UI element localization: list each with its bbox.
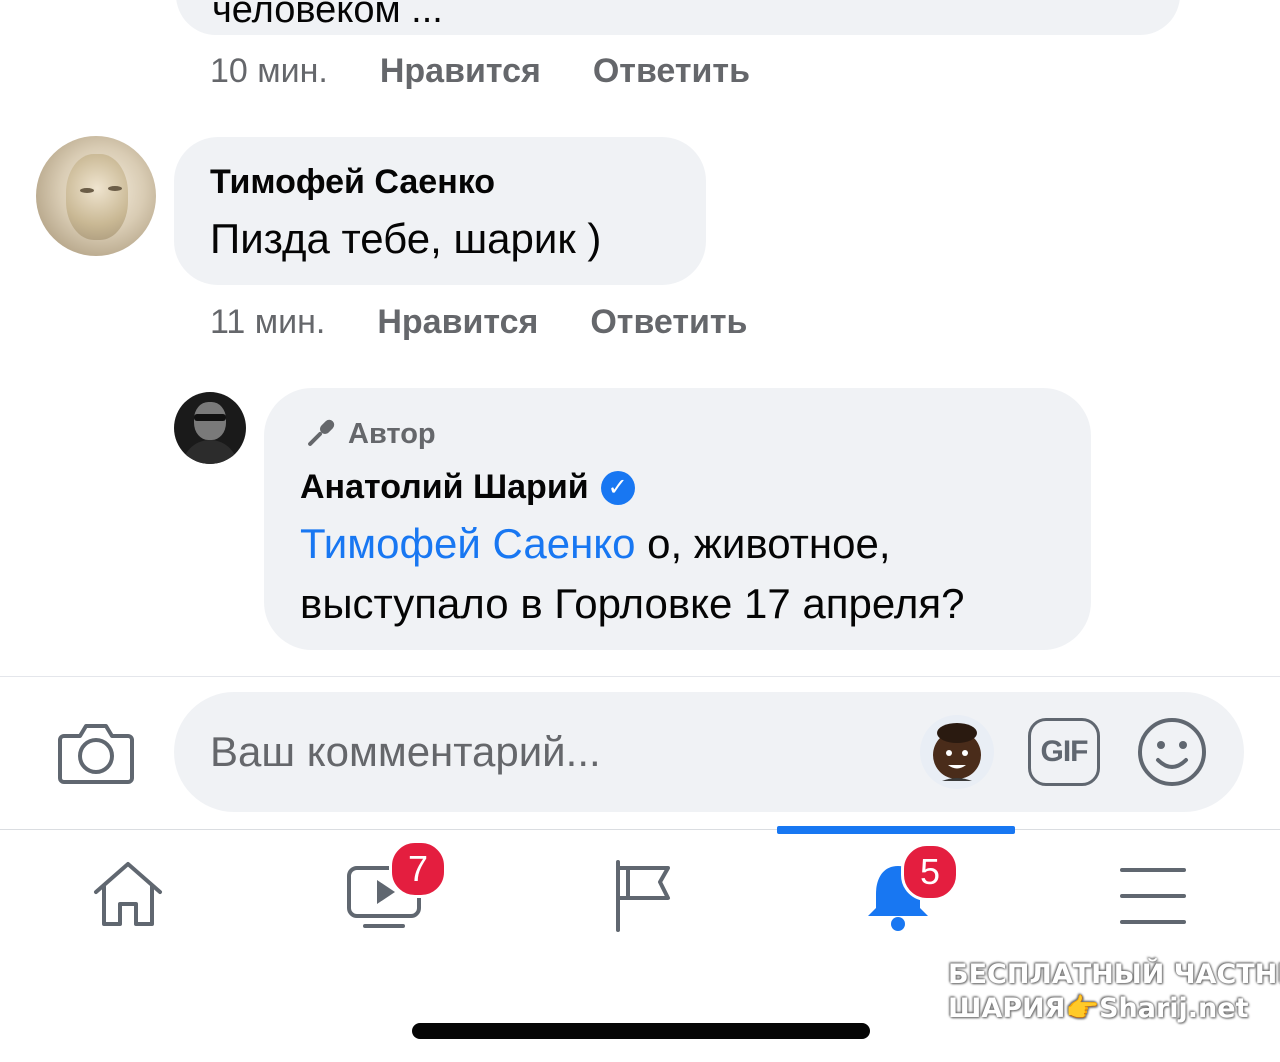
watermark-line2-row: ШАРИЯ👉Sharij.net bbox=[948, 992, 1258, 1026]
avatar-body bbox=[182, 440, 238, 464]
microphone-icon bbox=[308, 419, 335, 446]
avatar-face bbox=[66, 154, 128, 240]
watermark: БЕСПЛАТНЫЙ ЧАСТНЫЙ ШАРИЯ👉Sharij.net bbox=[948, 958, 1280, 1026]
watermark-line2: ШАРИЯ bbox=[948, 993, 1066, 1024]
comment-meta: 11 мин. Нравится Ответить bbox=[210, 303, 799, 342]
reply-author-row: Анатолий Шарий ✓ bbox=[300, 468, 635, 507]
comment-time: 10 мин. bbox=[210, 52, 328, 90]
mention-link[interactable]: Тимофей Саенко bbox=[300, 520, 635, 567]
like-button[interactable]: Нравится bbox=[377, 303, 538, 342]
verified-check-icon: ✓ bbox=[600, 470, 635, 505]
avatar-eye bbox=[80, 188, 94, 193]
comment-input-placeholder: Ваш комментарий... bbox=[210, 728, 601, 775]
reply-button[interactable]: Ответить bbox=[593, 52, 750, 91]
reply-text: Тимофей Саенко о, животное, выступало в … bbox=[300, 514, 1070, 634]
reply-author[interactable]: Анатолий Шарий bbox=[300, 468, 589, 507]
comment-bubble[interactable]: Тимофей Саенко Пизда тебе, шарик ) bbox=[174, 137, 706, 285]
avatar-glasses bbox=[194, 414, 226, 421]
active-tab-indicator bbox=[777, 826, 1015, 834]
author-badge: Автор bbox=[300, 414, 436, 454]
previous-comment-meta: 10 мин. Нравится Ответить bbox=[210, 52, 802, 91]
home-icon[interactable] bbox=[90, 858, 166, 930]
avatar[interactable] bbox=[36, 136, 156, 256]
gif-button[interactable]: GIF bbox=[1028, 718, 1100, 786]
comment-text: Пизда тебе, шарик ) bbox=[210, 215, 602, 262]
previous-comment-text: человеком ... bbox=[212, 0, 443, 31]
watch-badge: 7 bbox=[389, 840, 447, 898]
reply-avatar[interactable] bbox=[174, 392, 246, 464]
watermark-site: Sharij.net bbox=[1099, 993, 1249, 1024]
notifications-badge: 5 bbox=[901, 843, 959, 901]
previous-comment-bubble: человеком ... bbox=[176, 0, 1180, 35]
avatar-head bbox=[194, 402, 226, 440]
author-badge-label: Автор bbox=[348, 417, 436, 450]
home-indicator[interactable] bbox=[412, 1023, 870, 1039]
reply-button[interactable]: Ответить bbox=[590, 303, 747, 342]
gif-label: GIF bbox=[1040, 735, 1089, 768]
emoji-icon[interactable] bbox=[1136, 716, 1208, 788]
camera-icon[interactable] bbox=[58, 718, 134, 786]
comment-time: 11 мин. bbox=[210, 303, 326, 341]
pages-flag-icon[interactable] bbox=[612, 858, 674, 932]
like-button[interactable]: Нравится bbox=[380, 52, 541, 91]
pointing-hand-icon: 👉 bbox=[1065, 993, 1100, 1024]
menu-icon[interactable] bbox=[1120, 866, 1186, 926]
avatar-sticker-icon[interactable] bbox=[920, 715, 994, 789]
watermark-line1: БЕСПЛАТНЫЙ ЧАСТНЫЙ bbox=[948, 959, 1280, 990]
comment-author[interactable]: Тимофей Саенко bbox=[210, 163, 495, 202]
avatar-eye bbox=[108, 186, 122, 191]
reply-bubble[interactable]: Автор Анатолий Шарий ✓ Тимофей Саенко о,… bbox=[264, 388, 1091, 650]
